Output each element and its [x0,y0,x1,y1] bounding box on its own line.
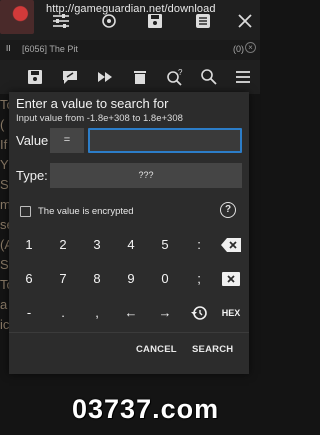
encrypted-label[interactable]: The value is encrypted [38,206,134,217]
clear-icon[interactable] [213,264,249,294]
svg-text:?: ? [178,68,183,77]
save-icon[interactable] [144,12,166,30]
backspace-icon[interactable] [213,230,249,260]
close-icon[interactable] [234,12,256,30]
key-colon[interactable]: : [181,230,217,260]
key-3[interactable]: 3 [79,230,115,260]
key-7[interactable]: 7 [45,264,81,294]
top-app-bar: http://gameguardian.net/download [0,0,260,40]
app-icon[interactable] [0,0,34,34]
value-label: Value [16,133,49,148]
dialog-divider [9,332,249,333]
process-name[interactable]: [6056] The Pit [22,44,78,54]
process-status-bar: II [6056] The Pit (0) × [0,40,260,60]
numeric-keypad: 1 2 3 4 5 : 6 7 8 9 0 ; - . , ← → HEX [9,230,249,330]
key-1[interactable]: 1 [11,230,47,260]
search-button[interactable]: SEARCH [192,344,233,355]
fast-forward-icon[interactable] [96,68,114,86]
key-8[interactable]: 8 [79,264,115,294]
search-icon[interactable] [200,68,218,86]
key-6[interactable]: 6 [11,264,47,294]
operator-button[interactable]: = [50,128,84,153]
edit-icon[interactable] [61,68,79,86]
type-selector[interactable]: ??? [50,163,242,188]
key-4[interactable]: 4 [113,230,149,260]
dialog-title: Enter a value to search for [16,96,169,111]
watermark-text: 03737.com [72,394,220,424]
encrypted-checkbox[interactable] [20,206,31,217]
sliders-icon[interactable] [50,12,72,30]
cancel-button[interactable]: CANCEL [136,344,177,355]
value-input[interactable] [88,128,242,153]
result-count: (0) [233,44,244,54]
key-0[interactable]: 0 [147,264,183,294]
search-toolbar: ? [0,60,260,94]
pause-button[interactable]: II [6,44,10,53]
menu-icon[interactable] [234,68,252,86]
history-icon[interactable] [181,298,217,328]
key-2[interactable]: 2 [45,230,81,260]
key-minus[interactable]: - [11,298,47,328]
status-close-icon[interactable]: × [245,42,256,53]
save-list-icon[interactable] [26,68,44,86]
key-comma[interactable]: , [79,298,115,328]
type-label: Type: [16,168,48,183]
encrypted-option-row[interactable]: The value is encrypted ? [20,202,240,223]
help-icon[interactable]: ? [220,202,236,218]
key-9[interactable]: 9 [113,264,149,294]
search-question-icon[interactable]: ? [166,68,184,86]
dialog-subtitle: Input value from -1.8e+308 to 1.8e+308 [16,113,183,124]
list-icon[interactable] [192,12,214,30]
key-semicolon[interactable]: ; [181,264,217,294]
key-left-arrow[interactable]: ← [113,298,149,328]
trash-icon[interactable] [131,68,149,86]
search-value-dialog: Enter a value to search for Input value … [9,92,249,374]
target-icon[interactable] [98,12,120,30]
key-right-arrow[interactable]: → [147,298,183,328]
key-5[interactable]: 5 [147,230,183,260]
key-hex[interactable]: HEX [213,298,249,328]
key-dot[interactable]: . [45,298,81,328]
